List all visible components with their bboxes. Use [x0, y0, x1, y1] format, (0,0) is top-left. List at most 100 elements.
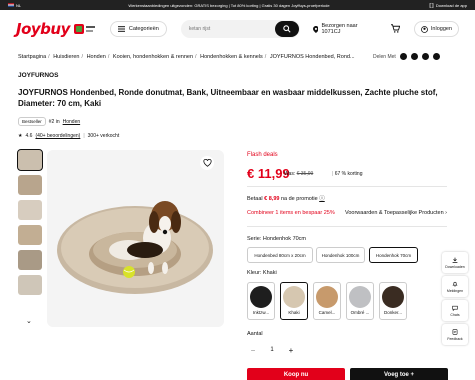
- color-label-row: Kleur: Khaki: [247, 270, 277, 276]
- dog-bed-illustration: [57, 201, 213, 294]
- was-price: Was: € 35,99: [284, 171, 313, 177]
- thumbnail[interactable]: [18, 200, 42, 220]
- promo-info-icon[interactable]: ⓘ: [319, 196, 325, 202]
- buy-now-button[interactable]: Koop nu: [247, 368, 345, 380]
- rating-row: ★ 4.6 (40+ beoordelingen) | 300+ verkoch…: [18, 133, 120, 139]
- user-icon: [420, 25, 428, 33]
- nl-flag-icon: [8, 3, 14, 7]
- series-option[interactable]: Hondenbed 80cm x 20cm: [247, 247, 313, 263]
- promo-topbar: NL Werkenstaanbiedingen uitgezonden: GRA…: [0, 0, 475, 10]
- side-download-label: Downloaden: [445, 264, 465, 269]
- chevron-down-icon[interactable]: ⌄: [26, 317, 32, 325]
- heart-icon: [202, 159, 212, 167]
- whatsapp-icon[interactable]: [399, 53, 407, 60]
- rank-text: #2 in: [48, 118, 60, 125]
- bestseller-row: Bestseller #2 in Honden: [18, 117, 80, 126]
- series-label: Serie:: [247, 236, 262, 242]
- side-notifications-button[interactable]: Meldingen: [442, 276, 468, 297]
- combi-offer[interactable]: Combineer 1 items en bespaar 25% Voorwaa…: [247, 210, 447, 216]
- discount-text: | 67 % korting: [332, 171, 363, 177]
- thumbnail[interactable]: [18, 275, 42, 295]
- breadcrumb-item[interactable]: Kooien, hondenhokken & rennen: [113, 54, 193, 60]
- feedback-icon: [452, 328, 458, 335]
- breadcrumb-item[interactable]: Startpagina: [18, 54, 46, 60]
- search-icon: [282, 25, 291, 33]
- side-download-button[interactable]: Downloaden: [442, 252, 468, 273]
- chat-icon: [452, 305, 458, 311]
- x-icon[interactable]: [421, 53, 429, 60]
- series-selected: Hondenhok 70cm: [262, 236, 307, 242]
- quantity-value[interactable]: 1: [270, 347, 273, 353]
- menu-icon: [117, 26, 125, 32]
- bestseller-badge: Bestseller: [18, 117, 46, 126]
- promo-amount: € 8,99: [264, 196, 280, 202]
- thumbnail-strip: [17, 149, 43, 300]
- download-icon: [452, 257, 458, 263]
- promo-message: Werkenstaanbiedingen uitgezonden: GRATIS…: [128, 2, 330, 8]
- login-button[interactable]: Inloggen: [413, 21, 459, 37]
- login-label: Inloggen: [430, 26, 452, 32]
- star-icon: ★: [18, 133, 23, 139]
- breadcrumb-item[interactable]: Honden: [87, 54, 106, 60]
- quantity-stepper: − 1 +: [247, 343, 297, 357]
- wishlist-button[interactable]: [200, 156, 214, 170]
- color-swatch[interactable]: Donker...: [379, 282, 407, 320]
- color-swatch-selected[interactable]: Khaki: [280, 282, 308, 320]
- product-title: JOYFURNOS Hondenbed, Ronde donutmat, Ban…: [18, 88, 438, 108]
- promo-suffix: na de promotie: [280, 196, 318, 202]
- product-brand[interactable]: JOYFURNOS: [18, 72, 58, 79]
- color-label: Kleur:: [247, 270, 262, 276]
- side-toolbar: Downloaden Meldingen Chats Feedback: [442, 252, 468, 345]
- color-swatch[interactable]: Inktzw...: [247, 282, 275, 320]
- thumbnail[interactable]: [17, 149, 43, 171]
- share-bar: Delen Met: [373, 53, 440, 60]
- divider: [247, 186, 447, 187]
- sold-count: 300+ verkocht: [87, 133, 120, 139]
- combi-offer-text: Combineer 1 items en bespaar 25%: [247, 210, 335, 216]
- download-app-link[interactable]: Download de app: [429, 2, 467, 8]
- discount-value: 67 % korting: [334, 171, 363, 177]
- color-swatch[interactable]: Ombré ...: [346, 282, 374, 320]
- add-to-cart-button[interactable]: Voeg toe +: [350, 368, 448, 380]
- delivery-location-label: Bezorgen naar 1071CJ: [321, 23, 358, 35]
- series-option-selected[interactable]: Hondenhok 70cm: [369, 247, 418, 263]
- joybuy-logo[interactable]: Joybuy: [16, 20, 70, 38]
- email-icon[interactable]: [432, 53, 440, 60]
- product-main-image[interactable]: [47, 150, 224, 327]
- delivery-location[interactable]: Bezorgen naar 1071CJ: [312, 23, 377, 35]
- side-chats-button[interactable]: Chats: [442, 300, 468, 321]
- site-header: Joybuy Categorieën Bezorgen naar 1071CJ …: [0, 10, 475, 48]
- promo-row: Betaal € 8,99 na de promotie ⓘ: [247, 194, 325, 202]
- categories-button[interactable]: Categorieën: [109, 21, 167, 37]
- download-app-label: Download de app: [435, 2, 467, 8]
- rating-value: 4.6: [25, 133, 33, 139]
- thumbnail[interactable]: [18, 225, 42, 245]
- partner-logo: [73, 23, 96, 36]
- breadcrumb: Startpagina / Huisdieren / Honden / Kooien,…: [18, 54, 355, 60]
- cart-button[interactable]: [390, 23, 401, 35]
- breadcrumb-item[interactable]: Huisdieren: [53, 54, 79, 60]
- color-selected: Khaki: [262, 270, 277, 276]
- thumbnail[interactable]: [18, 175, 42, 195]
- breadcrumb-item[interactable]: Hondenhokken & kennels: [200, 54, 263, 60]
- divider: [247, 226, 447, 227]
- phone-icon: [429, 2, 434, 8]
- series-option[interactable]: Hondenhok 100cm: [316, 247, 365, 263]
- thumbnail[interactable]: [18, 250, 42, 270]
- color-swatch[interactable]: Camel...: [313, 282, 341, 320]
- search-button[interactable]: [274, 21, 299, 37]
- language-selector[interactable]: NL: [16, 3, 21, 8]
- flash-deals-label: Flash deals: [247, 152, 278, 158]
- facebook-icon[interactable]: [410, 53, 418, 60]
- cart-icon: [390, 23, 401, 33]
- categories-label: Categorieën: [128, 26, 159, 32]
- search-input[interactable]: [188, 26, 269, 32]
- rank-category-link[interactable]: Honden: [63, 119, 81, 125]
- quantity-decrease-button[interactable]: −: [247, 346, 259, 355]
- quantity-increase-button[interactable]: +: [285, 346, 297, 355]
- side-feedback-button[interactable]: Feedback: [442, 324, 468, 345]
- reviews-link[interactable]: (40+ beoordelingen): [35, 133, 80, 139]
- breadcrumb-current: JOYFURNOS Hondenbed, Rond...: [269, 54, 355, 60]
- side-feedback-label: Feedback: [447, 336, 463, 341]
- combi-terms-link[interactable]: Voorwaarden & Toepasselijke Producten ›: [345, 210, 447, 216]
